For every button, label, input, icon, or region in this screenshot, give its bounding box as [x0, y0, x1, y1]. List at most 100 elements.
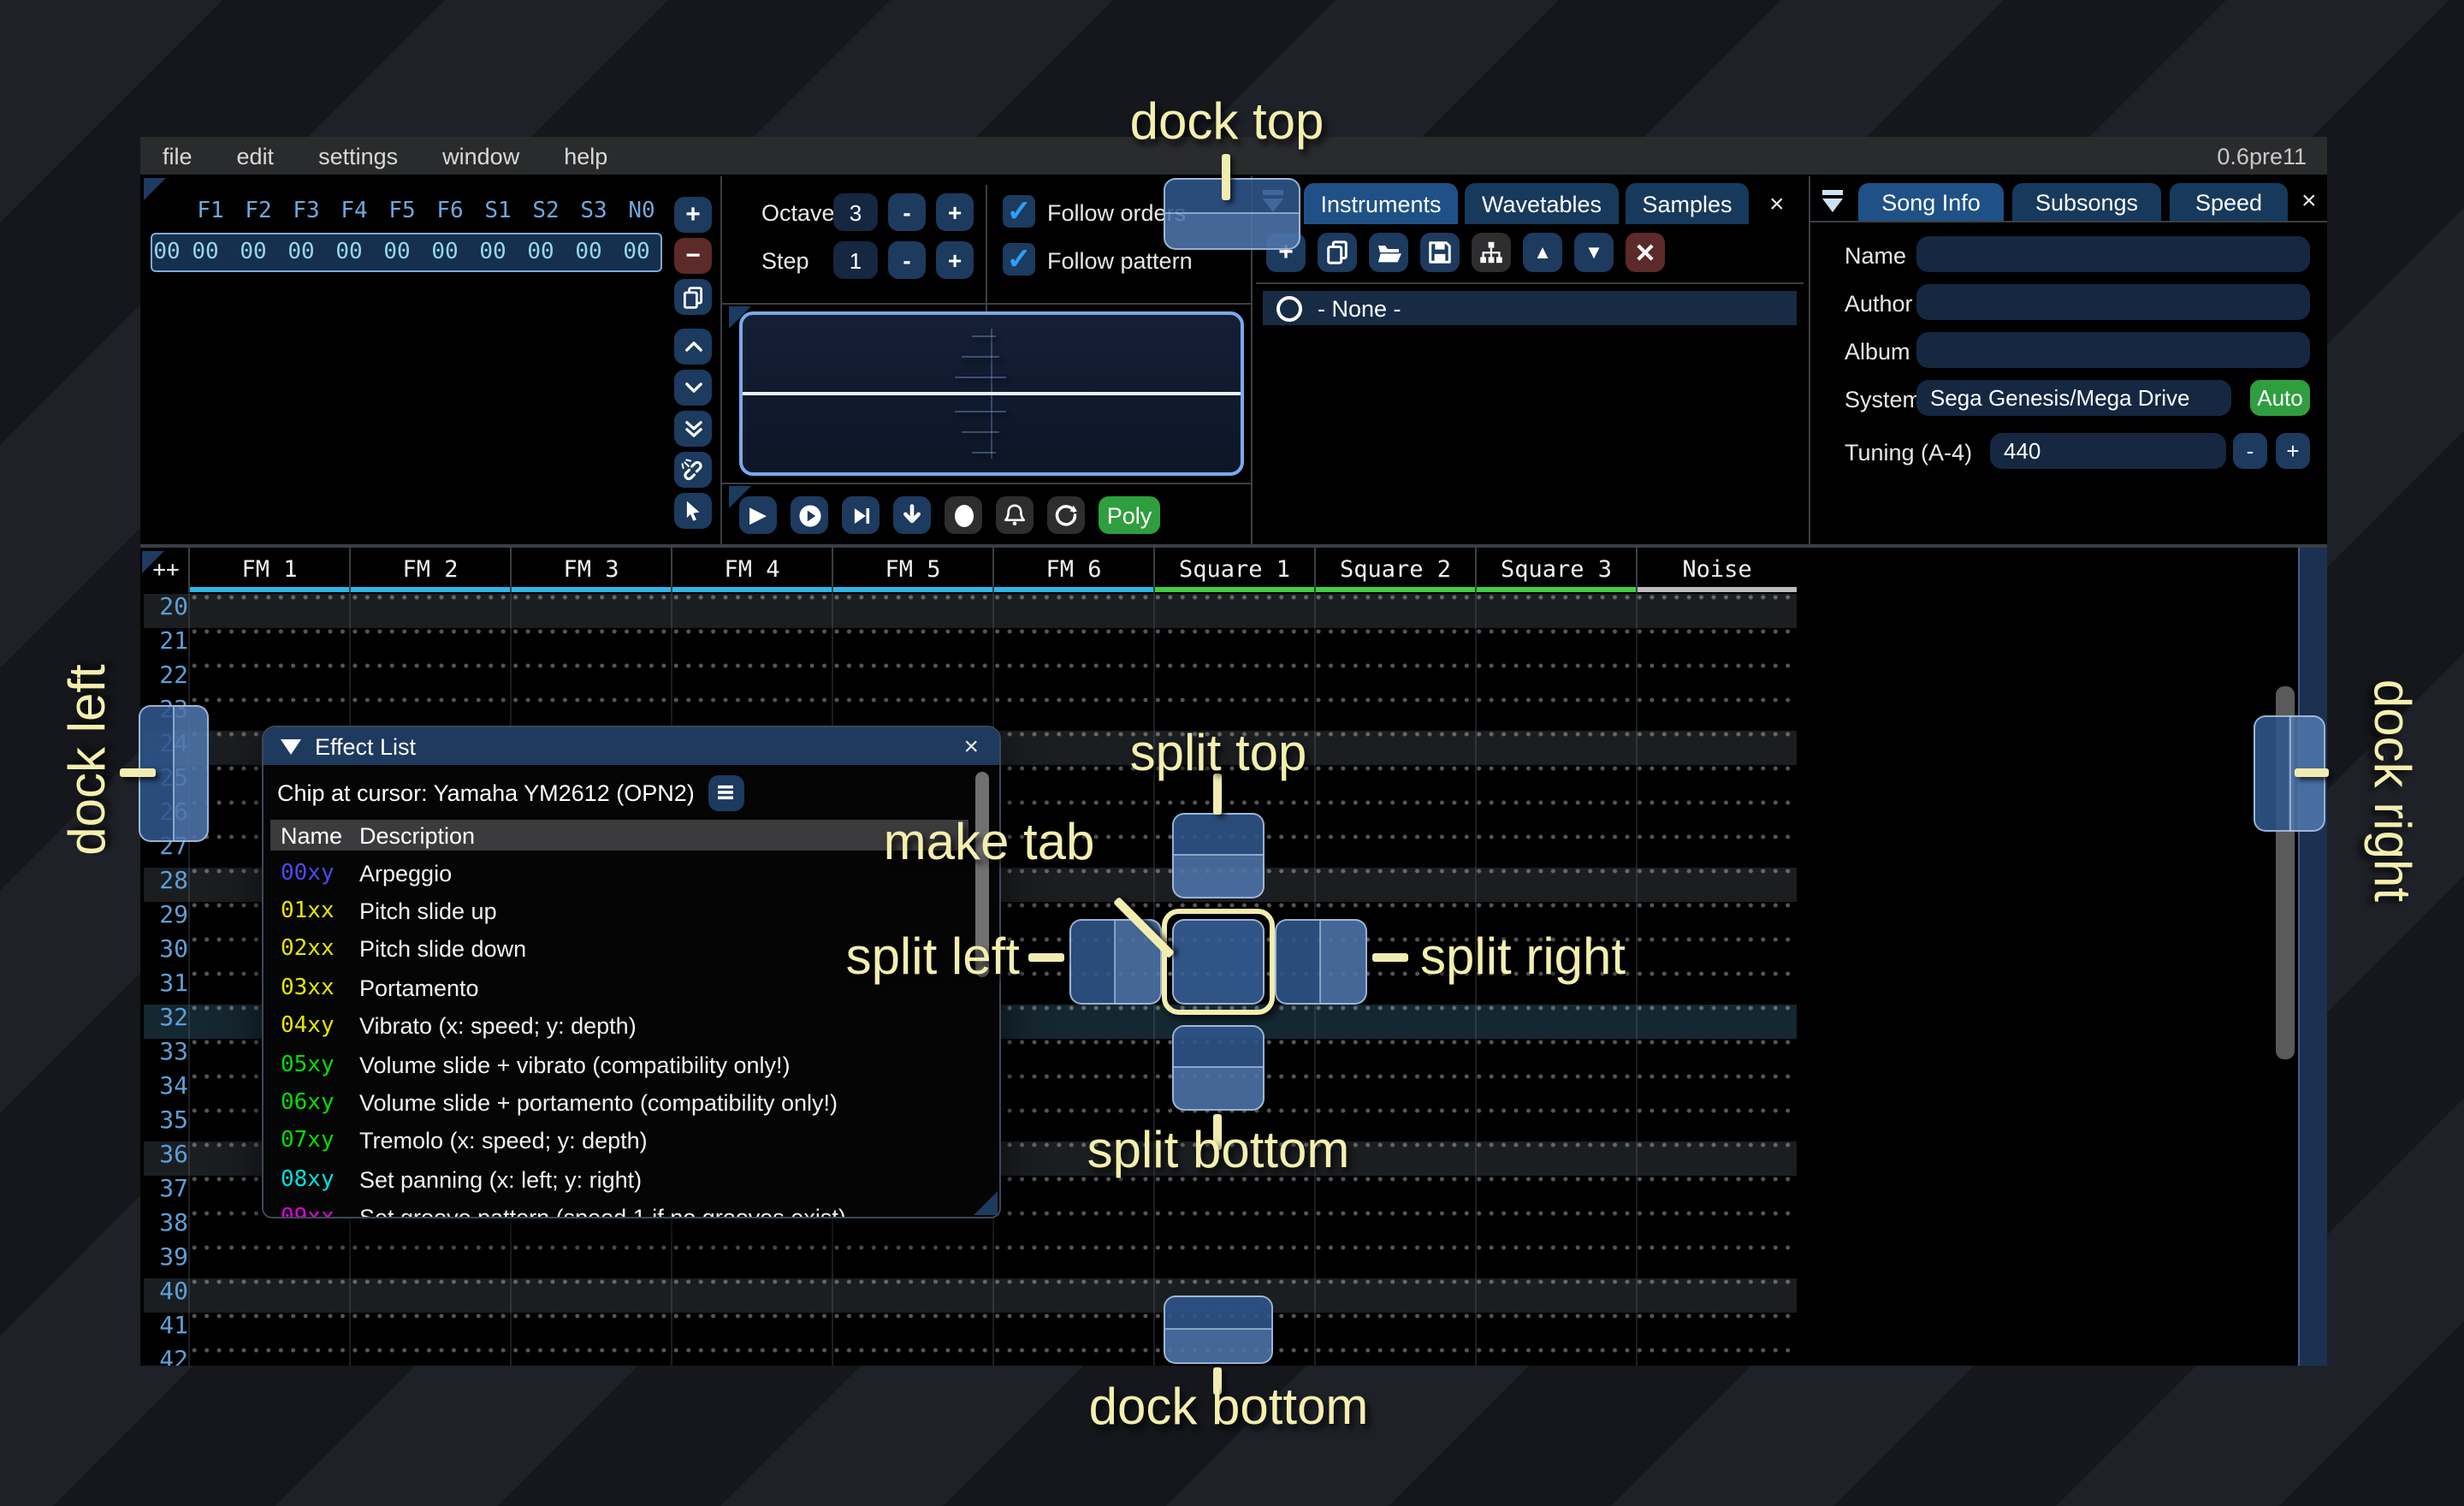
pattern-row[interactable]: 42 [144, 1347, 1797, 1366]
step-plus-button[interactable]: + [936, 241, 974, 279]
pattern-row[interactable]: 22 [144, 662, 1797, 697]
system-select[interactable]: Sega Genesis/Mega Drive [1916, 380, 2231, 416]
order-cell[interactable]: 00 [277, 240, 325, 265]
step-row-button[interactable] [842, 496, 880, 534]
dock-bottom-target[interactable] [1164, 1296, 1273, 1364]
author-input[interactable] [1916, 284, 2310, 320]
name-input[interactable] [1916, 236, 2310, 272]
dock-top-target[interactable] [1164, 178, 1300, 250]
channel-header[interactable]: FM 2 [349, 548, 510, 592]
move-instrument-up-button[interactable]: ▲ [1523, 233, 1562, 272]
instrument-list-item[interactable]: - None - [1263, 291, 1797, 325]
tuning-input[interactable]: 440 [1990, 433, 2226, 469]
instrument-type-button[interactable] [1472, 233, 1511, 272]
delete-instrument-button[interactable]: ✕ [1626, 233, 1665, 272]
orders-selected-row[interactable]: 00 00000000000000000000 [151, 233, 662, 272]
order-cell[interactable]: 00 [229, 240, 277, 265]
move-order-up-button[interactable] [674, 329, 712, 365]
pattern-row[interactable]: 39 [144, 1244, 1797, 1278]
auto-system-button[interactable]: Auto [2250, 380, 2310, 416]
octave-minus-button[interactable]: - [888, 193, 926, 231]
split-right-target[interactable] [1275, 919, 1367, 1005]
tuning-minus-button[interactable]: - [2233, 433, 2267, 469]
duplicate-instrument-button[interactable] [1318, 233, 1357, 272]
effect-row[interactable]: 07xy Tremolo (x: speed; y: depth) [270, 1122, 989, 1160]
duplicate-order-button[interactable] [674, 279, 712, 315]
channel-header[interactable]: FM 1 [188, 548, 349, 592]
step-value[interactable]: 1 [833, 241, 878, 279]
order-cell[interactable]: 00 [565, 240, 613, 265]
tab-wavetables[interactable]: Wavetables [1465, 183, 1619, 224]
close-icon[interactable]: × [1769, 190, 1785, 219]
channel-header[interactable]: FM 4 [671, 548, 832, 592]
channel-header[interactable]: Noise [1636, 548, 1797, 592]
split-bottom-target[interactable] [1172, 1025, 1265, 1111]
effect-row[interactable]: 08xy Set panning (x: left; y: right) [270, 1160, 989, 1199]
deep-clone-order-button[interactable] [674, 411, 712, 447]
effect-list-titlebar[interactable]: Effect List × [264, 727, 999, 765]
effect-row[interactable]: 09xx Set groove pattern (speed 1 if no g… [270, 1199, 989, 1218]
tab-instruments[interactable]: Instruments [1304, 183, 1458, 224]
octave-value[interactable]: 3 [833, 193, 878, 231]
move-instrument-down-button[interactable]: ▼ [1574, 233, 1614, 272]
tuning-plus-button[interactable]: + [2276, 433, 2310, 469]
close-icon[interactable]: × [2301, 187, 2317, 216]
pattern-row[interactable]: 40 [144, 1278, 1797, 1313]
channel-header[interactable]: Square 3 [1475, 548, 1636, 592]
pattern-row[interactable]: 41 [144, 1313, 1797, 1347]
tab-samples[interactable]: Samples [1626, 183, 1749, 224]
channel-header[interactable]: FM 3 [510, 548, 671, 592]
split-top-target[interactable] [1172, 813, 1265, 898]
collapse-window-icon[interactable] [281, 738, 301, 754]
effect-row[interactable]: 00xy Arpeggio [270, 854, 989, 892]
add-order-button[interactable]: + [674, 197, 712, 233]
effect-list-menu-button[interactable] [708, 774, 744, 810]
resize-grip[interactable] [974, 1191, 998, 1215]
follow-pattern-checkbox[interactable]: ✓ [1003, 243, 1035, 276]
open-instrument-button[interactable] [1369, 233, 1408, 272]
effect-row[interactable]: 01xx Pitch slide up [270, 892, 989, 931]
album-input[interactable] [1916, 332, 2310, 368]
tab-song-info[interactable]: Song Info [1858, 183, 2004, 221]
tab-subsongs[interactable]: Subsongs [2012, 183, 2161, 221]
record-button[interactable] [945, 496, 982, 534]
channel-header[interactable]: Square 2 [1314, 548, 1475, 592]
play-button[interactable]: ▶ [739, 496, 777, 534]
effect-row[interactable]: 06xy Volume slide + portamento (compatib… [270, 1084, 989, 1123]
octave-plus-button[interactable]: + [936, 193, 974, 231]
menu-item[interactable]: help [564, 143, 607, 169]
order-cell[interactable]: 00 [325, 240, 373, 265]
menu-item[interactable]: file [163, 143, 192, 169]
metronome-button[interactable] [996, 496, 1034, 534]
order-edit-mode-button[interactable] [674, 493, 712, 529]
save-instrument-button[interactable] [1420, 233, 1460, 272]
menu-item[interactable]: edit [237, 143, 275, 169]
channel-header[interactable]: FM 6 [992, 548, 1153, 592]
menu-item[interactable]: settings [318, 143, 398, 169]
break-link-button[interactable] [674, 452, 712, 488]
order-cell[interactable]: 00 [421, 240, 469, 265]
effect-row[interactable]: 05xy Volume slide + vibrato (compatibili… [270, 1046, 989, 1084]
step-minus-button[interactable]: - [888, 241, 926, 279]
order-cell[interactable]: 00 [517, 240, 565, 265]
order-cell[interactable]: 00 [613, 240, 660, 265]
order-cell[interactable]: 00 [469, 240, 517, 265]
order-cell[interactable]: 00 [373, 240, 421, 265]
play-pattern-button[interactable] [791, 496, 828, 534]
pattern-row[interactable]: 20 [144, 594, 1797, 628]
remove-order-button[interactable]: − [674, 238, 712, 274]
repeat-pattern-button[interactable] [1047, 496, 1085, 534]
menu-item[interactable]: window [442, 143, 519, 169]
channel-header[interactable]: FM 5 [832, 548, 992, 592]
make-tab-target[interactable] [1172, 919, 1265, 1005]
close-icon[interactable]: × [963, 732, 979, 762]
follow-orders-checkbox[interactable]: ✓ [1003, 195, 1035, 228]
collapse-panel-icon[interactable] [1821, 190, 1846, 214]
effect-row[interactable]: 04xy Vibrato (x: speed; y: depth) [270, 1007, 989, 1046]
move-order-down-button[interactable] [674, 370, 712, 406]
stop-button[interactable] [893, 496, 931, 534]
pattern-row[interactable]: 21 [144, 628, 1797, 662]
pattern-corner-button[interactable]: ++ [144, 548, 188, 592]
channel-header[interactable]: Square 1 [1153, 548, 1314, 592]
tab-speed[interactable]: Speed [2170, 183, 2288, 221]
